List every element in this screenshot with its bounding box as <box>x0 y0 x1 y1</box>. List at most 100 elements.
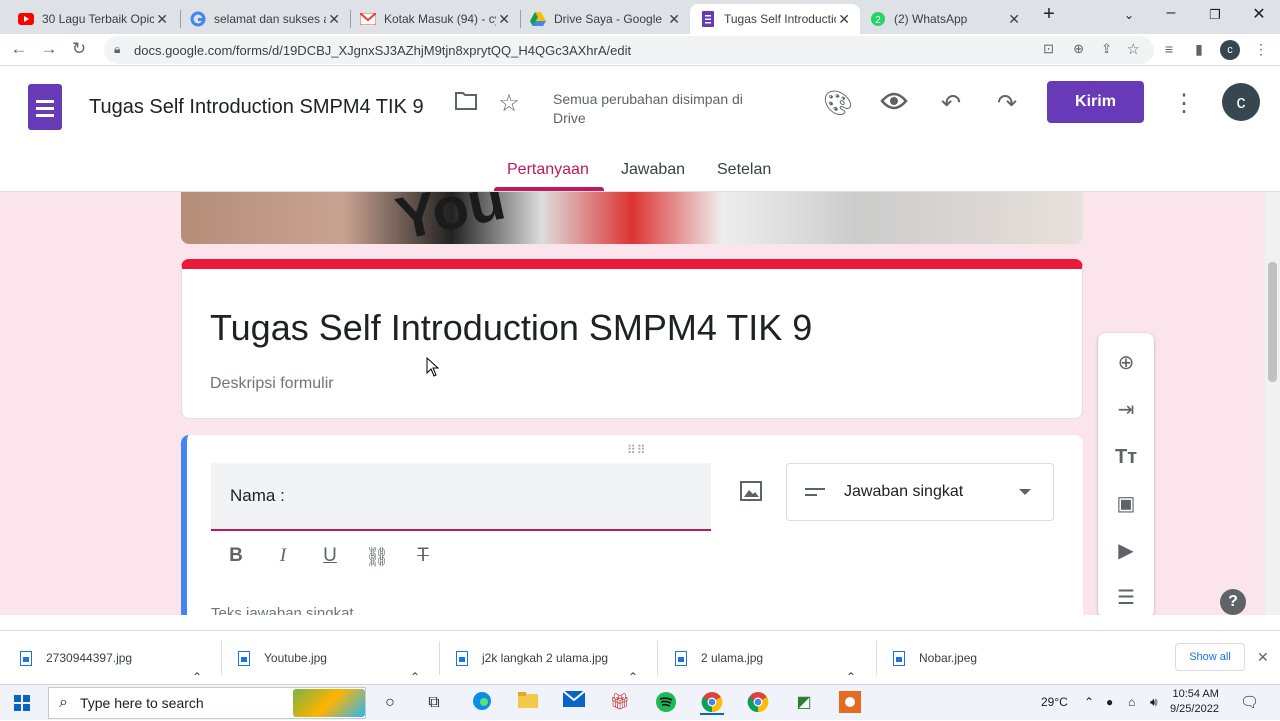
spotify-icon[interactable] <box>654 691 678 715</box>
add-image-icon[interactable] <box>740 481 762 507</box>
browser-tab[interactable]: selamat dan sukses at ✕ <box>180 4 350 34</box>
question-card[interactable]: ⠿⠿ Nama : Jawaban singkat B I U ⛓︎ T Tek… <box>181 435 1083 615</box>
show-all-button[interactable]: Show all <box>1175 643 1245 671</box>
back-icon[interactable]: ← <box>8 39 30 59</box>
reading-list-icon[interactable]: ≡ <box>1158 41 1180 57</box>
file-explorer-icon[interactable] <box>516 691 540 715</box>
document-title[interactable]: Tugas Self Introduction SMPM4 TIK 9 <box>89 96 424 119</box>
menu-dots-icon[interactable]: ⋮ <box>1250 41 1272 58</box>
italic-icon[interactable]: I <box>270 545 296 567</box>
add-image-icon[interactable]: ▣ <box>1112 490 1140 518</box>
location-icon[interactable]: ● <box>1106 695 1113 709</box>
underline-icon[interactable]: U <box>317 545 343 567</box>
star-icon[interactable]: ☆ <box>493 88 525 120</box>
add-title-icon[interactable]: Tт <box>1112 443 1140 471</box>
download-filename: 2 ulama.jpg <box>701 651 764 665</box>
browser-tab[interactable]: Drive Saya - Google D ✕ <box>520 4 690 34</box>
help-icon[interactable]: ? <box>1220 589 1246 615</box>
clock-date: 9/25/2022 <box>1170 703 1219 715</box>
system-clock[interactable]: 10:54 AM 9/25/2022 <box>1170 687 1219 717</box>
recorder-app-icon[interactable] <box>838 691 862 715</box>
dropdown-arrow-icon <box>1019 489 1031 495</box>
form-description-field[interactable]: Deskripsi formulir <box>210 375 334 393</box>
more-options-icon[interactable]: ⋮ <box>1168 88 1200 120</box>
link-icon[interactable]: ⛓︎ <box>364 545 390 569</box>
search-highlight-image <box>293 689 365 717</box>
redo-icon[interactable]: ↷ <box>991 88 1023 120</box>
minimize-button[interactable]: – <box>1156 4 1186 22</box>
browser-tab-active[interactable]: Tugas Self Introductio ✕ <box>690 4 860 34</box>
clear-formatting-icon[interactable]: T <box>410 545 436 567</box>
reload-icon[interactable]: ↻ <box>68 39 90 59</box>
side-panel-icon[interactable]: ▮ <box>1188 41 1210 58</box>
chrome-icon[interactable] <box>700 691 724 715</box>
task-view-icon[interactable]: ⧉ <box>422 691 446 715</box>
add-video-icon[interactable]: ▶ <box>1112 537 1140 565</box>
close-tab-icon[interactable]: ✕ <box>328 11 340 28</box>
download-item[interactable]: 2 ulama.jpg <box>675 631 763 685</box>
form-title-card[interactable]: Tugas Self Introduction SMPM4 TIK 9 Desk… <box>181 259 1083 419</box>
app-icon[interactable]: ◩ <box>792 691 816 715</box>
folder-icon[interactable] <box>450 88 482 120</box>
download-item[interactable]: 2730944397.jpg <box>20 631 132 685</box>
question-input[interactable]: Nama : <box>211 463 711 531</box>
browser-tab[interactable]: 30 Lagu Terbaik Opick ✕ <box>8 4 178 34</box>
temperature[interactable]: 29°C <box>1041 695 1068 709</box>
download-item[interactable]: Nobar.jpeg <box>893 631 977 685</box>
drag-handle-icon[interactable]: ⠿⠿ <box>627 443 647 457</box>
form-title[interactable]: Tugas Self Introduction SMPM4 TIK 9 <box>210 307 812 349</box>
network-icon[interactable]: ⌂ <box>1128 695 1135 709</box>
notifications-icon[interactable]: 🗨︎ <box>1240 693 1259 711</box>
send-button[interactable]: Kirim <box>1047 81 1144 123</box>
restore-button[interactable]: ❐ <box>1200 7 1230 23</box>
browser-tab[interactable]: Kotak Masuk (94) - cy ✕ <box>350 4 520 34</box>
import-questions-icon[interactable]: ⇥ <box>1112 396 1140 424</box>
taskbar-search[interactable]: ⌕ Type here to search <box>48 687 366 719</box>
edge-icon[interactable] <box>470 691 494 715</box>
bold-icon[interactable]: B <box>223 545 249 567</box>
close-tab-icon[interactable]: ✕ <box>498 11 510 28</box>
close-tab-icon[interactable]: ✕ <box>156 11 168 28</box>
add-section-icon[interactable]: ☰ <box>1112 584 1140 612</box>
gift-store-icon[interactable]: 🎁︎ <box>608 691 632 715</box>
bookmark-star-icon[interactable]: ☆ <box>1127 40 1140 58</box>
tab-responses[interactable]: Jawaban <box>621 161 685 179</box>
close-tab-icon[interactable]: ✕ <box>1008 11 1020 28</box>
windows-start-icon[interactable] <box>14 695 30 711</box>
google-forms-logo-icon[interactable] <box>28 84 62 130</box>
mail-icon[interactable] <box>562 690 586 715</box>
add-question-icon[interactable]: ⊕ <box>1112 349 1140 377</box>
chrome-profile-icon[interactable] <box>746 691 770 715</box>
account-avatar[interactable]: c <box>1222 83 1260 121</box>
tab-title: selamat dan sukses at <box>214 12 326 26</box>
drive-icon <box>530 11 546 27</box>
undo-icon[interactable]: ↶ <box>935 88 967 120</box>
new-tab-button[interactable]: + <box>1034 3 1064 26</box>
download-item[interactable]: j2k langkah 2 ulama.jpg <box>456 631 608 685</box>
download-filename: j2k langkah 2 ulama.jpg <box>482 651 609 665</box>
scrollbar[interactable] <box>1265 192 1280 615</box>
forward-icon[interactable]: → <box>38 39 60 59</box>
close-window-button[interactable]: ✕ <box>1244 4 1274 24</box>
question-type-dropdown[interactable]: Jawaban singkat <box>786 463 1054 521</box>
close-tab-icon[interactable]: ✕ <box>838 11 850 28</box>
volume-icon[interactable]: 🔊︎ <box>1150 695 1158 710</box>
share-icon[interactable]: ⇪ <box>1101 41 1112 57</box>
cortana-icon[interactable]: ○ <box>378 691 402 715</box>
tab-title: (2) WhatsApp <box>894 12 968 26</box>
preview-eye-icon[interactable] <box>878 88 910 120</box>
tab-settings[interactable]: Setelan <box>717 161 771 179</box>
zoom-icon[interactable]: ⊕ <box>1073 41 1084 57</box>
close-downloads-icon[interactable]: ✕ <box>1257 649 1269 666</box>
browser-tab[interactable]: 2 (2) WhatsApp ✕ <box>860 4 1030 34</box>
address-bar[interactable]: 🔒︎ docs.google.com/forms/d/19DCBJ_XJgnxS… <box>104 36 1154 64</box>
tab-search-chevron-icon[interactable]: ⌄ <box>1114 8 1144 22</box>
download-item[interactable]: Youtube.jpg <box>238 631 327 685</box>
header-image[interactable]: You <box>181 192 1083 244</box>
translate-icon[interactable]: ⊡ <box>1043 41 1054 57</box>
tab-questions[interactable]: Pertanyaan <box>507 161 589 179</box>
show-hidden-icons-icon[interactable]: ⌃ <box>1084 695 1094 709</box>
palette-icon[interactable]: 🎨︎ <box>822 88 854 120</box>
close-tab-icon[interactable]: ✕ <box>668 11 680 28</box>
profile-avatar[interactable]: c <box>1220 40 1240 60</box>
